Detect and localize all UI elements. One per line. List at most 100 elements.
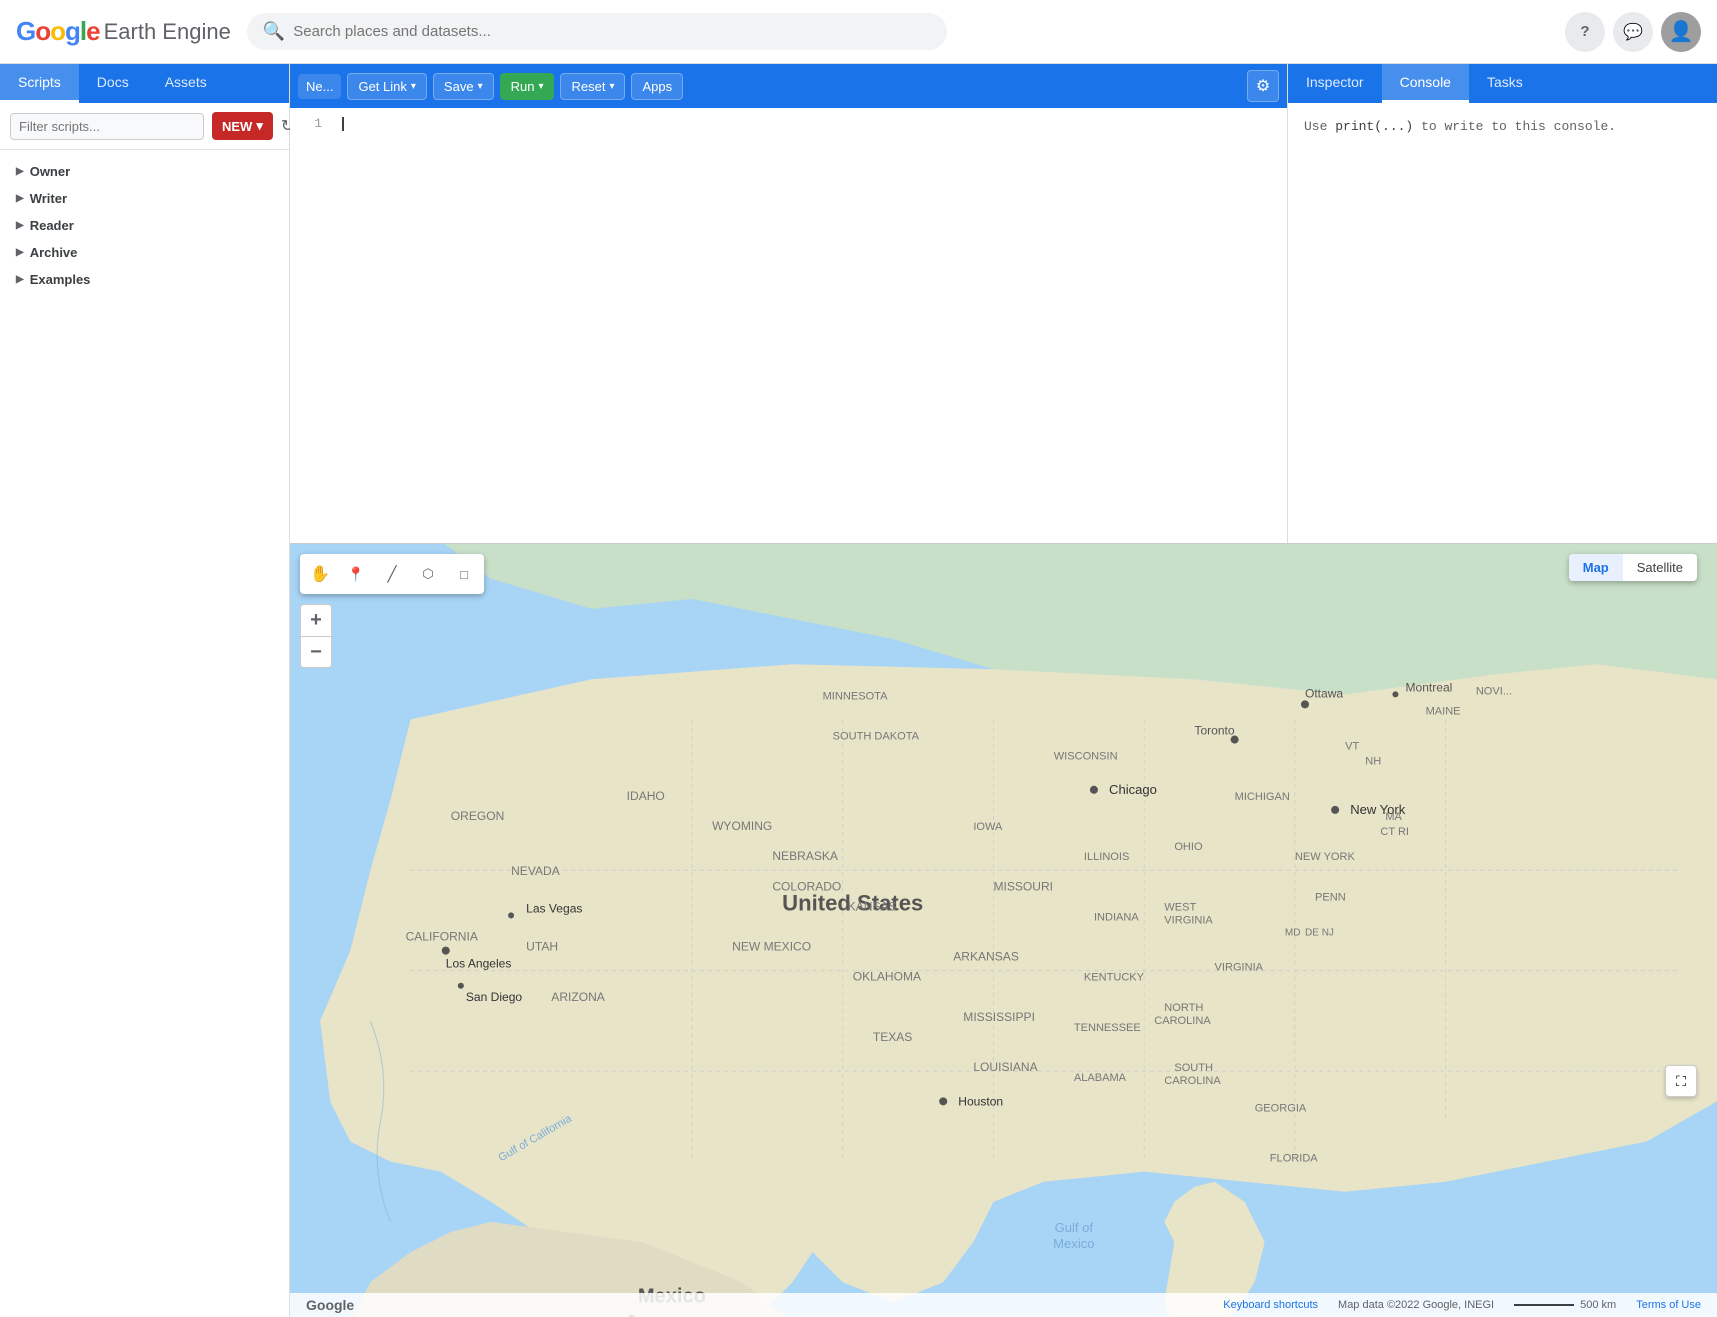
svg-text:CALIFORNIA: CALIFORNIA <box>406 930 479 944</box>
svg-text:ALABAMA: ALABAMA <box>1074 1072 1127 1084</box>
svg-text:MISSISSIPPI: MISSISSIPPI <box>963 1010 1035 1024</box>
save-button[interactable]: Save ▾ <box>433 73 494 100</box>
svg-text:WYOMING: WYOMING <box>712 819 772 833</box>
svg-text:OKLAHOMA: OKLAHOMA <box>853 970 922 984</box>
tree-item-owner[interactable]: Owner <box>12 158 277 185</box>
svg-text:MICHIGAN: MICHIGAN <box>1235 791 1290 803</box>
svg-text:Chicago: Chicago <box>1109 782 1157 797</box>
map-satellite-toggle: Map Satellite <box>1569 554 1697 581</box>
tree-item-reader[interactable]: Reader <box>12 212 277 239</box>
svg-text:FLORIDA: FLORIDA <box>1270 1153 1319 1165</box>
fullscreen-button[interactable]: ⛶ <box>1665 1065 1697 1097</box>
scale-line <box>1514 1304 1574 1306</box>
right-tabs: Inspector Console Tasks <box>1288 64 1717 103</box>
zoom-in-button[interactable]: + <box>300 604 332 636</box>
scale-bar: 500 km <box>1514 1299 1616 1311</box>
svg-text:COLORADO: COLORADO <box>772 879 841 893</box>
google-logo-map: Google <box>306 1297 354 1313</box>
reset-button[interactable]: Reset ▾ <box>560 73 625 100</box>
tab-console[interactable]: Console <box>1382 64 1469 103</box>
logo-o1: o <box>35 16 50 46</box>
apps-button[interactable]: Apps <box>631 73 683 100</box>
polygon-tool-button[interactable]: ⬡ <box>412 558 444 590</box>
hand-tool-button[interactable]: ✋ <box>304 558 336 590</box>
svg-text:NH: NH <box>1365 756 1381 768</box>
new-script-button[interactable]: NEW ▾ <box>212 112 273 140</box>
svg-text:VIRGINIA: VIRGINIA <box>1164 914 1213 926</box>
user-avatar-button[interactable]: 👤 <box>1661 12 1701 52</box>
svg-text:NEBRASKA: NEBRASKA <box>772 849 839 863</box>
tab-scripts[interactable]: Scripts <box>0 64 79 103</box>
rectangle-icon: □ <box>460 567 468 582</box>
tree-item-archive[interactable]: Archive <box>12 239 277 266</box>
editor-toolbar: Ne... Get Link ▾ Save ▾ Run ▾ Reset <box>290 64 1287 108</box>
tree-item-writer[interactable]: Writer <box>12 185 277 212</box>
map-view-button[interactable]: Map <box>1569 554 1623 581</box>
tab-tasks[interactable]: Tasks <box>1469 64 1541 103</box>
filter-scripts-input[interactable] <box>10 113 204 140</box>
svg-text:MAINE: MAINE <box>1426 705 1461 717</box>
polyline-icon: ╱ <box>387 565 396 583</box>
svg-text:Mexico: Mexico <box>1053 1236 1094 1251</box>
top-panels: Ne... Get Link ▾ Save ▾ Run ▾ Reset <box>290 64 1717 544</box>
svg-text:Toronto: Toronto <box>1194 724 1234 738</box>
settings-button[interactable]: ⚙ <box>1247 70 1279 102</box>
save-arrow-icon: ▾ <box>478 81 483 92</box>
earth-engine-label: Earth Engine <box>104 19 231 45</box>
svg-text:KENTUCKY: KENTUCKY <box>1084 972 1145 984</box>
terms-of-use-link[interactable]: Terms of Use <box>1636 1299 1701 1311</box>
search-icon: 🔍 <box>263 21 285 42</box>
console-hint: Use print(...) to write to this console. <box>1304 119 1701 134</box>
gear-icon: ⚙ <box>1256 76 1270 96</box>
fullscreen-icon: ⛶ <box>1676 1073 1686 1090</box>
svg-text:ARKANSAS: ARKANSAS <box>953 950 1019 964</box>
code-content[interactable] <box>342 116 1275 535</box>
svg-text:INDIANA: INDIANA <box>1094 911 1139 923</box>
rectangle-tool-button[interactable]: □ <box>448 558 480 590</box>
svg-text:Montreal: Montreal <box>1405 680 1452 694</box>
tab-inspector[interactable]: Inspector <box>1288 64 1382 103</box>
search-bar[interactable]: 🔍 <box>247 13 947 50</box>
svg-text:SOUTH: SOUTH <box>1174 1062 1213 1074</box>
logo-e: e <box>86 16 99 46</box>
svg-text:DE NJ: DE NJ <box>1305 928 1334 939</box>
svg-text:Houston: Houston <box>958 1094 1003 1108</box>
svg-text:Los Angeles: Los Angeles <box>446 957 512 971</box>
svg-text:ILLINOIS: ILLINOIS <box>1084 851 1129 863</box>
map-footer: Google Keyboard shortcuts Map data ©2022… <box>290 1293 1717 1317</box>
svg-text:PENN: PENN <box>1315 891 1346 903</box>
new-arrow-icon: ▾ <box>256 118 263 134</box>
keyboard-shortcuts-link[interactable]: Keyboard shortcuts <box>1223 1299 1318 1311</box>
header: Google Earth Engine 🔍 ? 💬 👤 <box>0 0 1717 64</box>
pin-icon: 📍 <box>347 566 364 583</box>
tree-item-examples[interactable]: Examples <box>12 266 277 293</box>
svg-text:MINNESOTA: MINNESOTA <box>823 690 888 702</box>
main-layout: Scripts Docs Assets NEW ▾ ↻ Owner Writer… <box>0 64 1717 1317</box>
run-button[interactable]: Run ▾ <box>500 73 555 100</box>
logo-o2: o <box>50 16 65 46</box>
svg-text:UTAH: UTAH <box>526 940 558 954</box>
line-numbers: 1 <box>290 108 326 139</box>
satellite-view-button[interactable]: Satellite <box>1623 554 1697 581</box>
run-arrow-icon: ▾ <box>538 81 543 92</box>
map-svg: United States Mexico Chicago New York To… <box>290 544 1717 1317</box>
help-icon: ? <box>1580 23 1589 40</box>
pin-tool-button[interactable]: 📍 <box>340 558 372 590</box>
new-script-tab[interactable]: Ne... <box>298 74 341 99</box>
map-area[interactable]: ✋ 📍 ╱ ⬡ □ + − <box>290 544 1717 1317</box>
filter-row: NEW ▾ ↻ <box>0 103 289 150</box>
tab-assets[interactable]: Assets <box>147 64 225 103</box>
svg-text:WISCONSIN: WISCONSIN <box>1054 751 1118 763</box>
notifications-button[interactable]: 💬 <box>1613 12 1653 52</box>
code-editor[interactable]: 1 <box>290 108 1287 543</box>
svg-text:LOUISIANA: LOUISIANA <box>973 1060 1038 1074</box>
search-input[interactable] <box>293 23 931 40</box>
get-link-button[interactable]: Get Link ▾ <box>347 73 426 100</box>
help-button[interactable]: ? <box>1565 12 1605 52</box>
zoom-out-button[interactable]: − <box>300 636 332 668</box>
tab-docs[interactable]: Docs <box>79 64 147 103</box>
reset-arrow-icon: ▾ <box>609 81 614 92</box>
svg-text:IDAHO: IDAHO <box>627 789 665 803</box>
svg-text:CAROLINA: CAROLINA <box>1154 1015 1211 1027</box>
polyline-tool-button[interactable]: ╱ <box>376 558 408 590</box>
